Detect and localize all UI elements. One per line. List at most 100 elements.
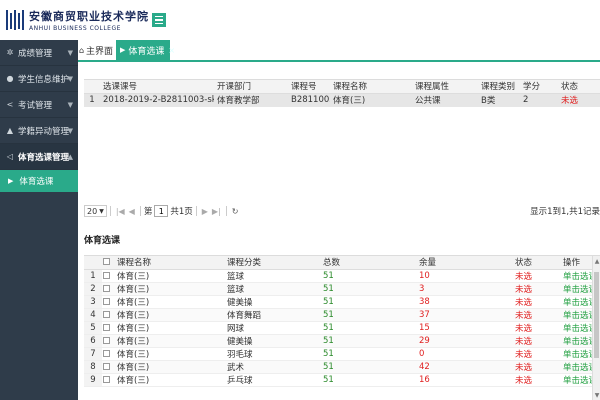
vertical-scrollbar[interactable]: ▲ ▼ [592,256,600,400]
scrollbar-thumb[interactable] [594,272,599,358]
status-badge: 未选 [512,308,560,322]
row-number: 7 [84,347,102,361]
column-header[interactable]: 课程分类 [224,256,320,270]
tab-label: 主界面 [86,46,114,57]
row-number: 5 [84,321,102,335]
close-icon[interactable]: × [168,46,175,55]
row-number: 9 [84,373,102,387]
tab-pe-selection[interactable]: ▶ 体育选课 × [116,40,175,60]
row-number: 1 [84,93,100,107]
caret-right-icon: ▶ [8,177,14,185]
status-badge: 未选 [558,93,600,107]
select-course-link[interactable]: 单击选课 [560,347,592,361]
sidebar: ✲ 成绩管理 ▼ ● 学生信息维护 ▼ < 考试管理 ▼ ▲ 学籍异动管理 ▼ … [0,40,78,400]
select-course-link[interactable]: 单击选课 [560,269,592,283]
column-header[interactable]: 状态 [512,256,560,270]
column-header[interactable]: 开课部门 [214,80,288,94]
row-number: 3 [84,295,102,309]
cell-remaining: 16 [416,373,512,387]
row-checkbox[interactable] [102,334,114,348]
cell-course-attribute: 公共课 [412,93,478,107]
table-row[interactable]: 8 体育(三)武术5142未选单击选课 [84,360,592,374]
column-header[interactable]: 课程类别 [478,80,520,94]
tab-home[interactable]: ⌂ 主界面 [78,40,114,60]
user-icon: ● [6,74,14,83]
row-checkbox[interactable] [102,295,114,309]
column-header[interactable]: 课程号 [288,80,330,94]
menu-toggle-button[interactable] [152,13,166,27]
select-course-link[interactable]: 单击选课 [560,282,592,296]
cell-course-name: 体育(三) [114,282,224,296]
sidebar-item-label: 学籍异动管理 [18,126,70,137]
caret-right-icon: ▶ [120,46,126,54]
cell-course-type: 乒乓球 [224,373,320,387]
last-page-button[interactable]: ▶| [212,207,221,216]
sidebar-item-status-change[interactable]: ▲ 学籍异动管理 ▼ [0,118,78,144]
refresh-icon[interactable]: ↻ [232,207,239,216]
column-header[interactable]: 课程名称 [114,256,224,270]
select-course-link[interactable]: 单击选课 [560,373,592,387]
column-header[interactable]: 余量 [416,256,512,270]
cell-course-type: 篮球 [224,269,320,283]
scroll-down-icon[interactable]: ▼ [593,392,600,399]
table-row[interactable]: 6 体育(三)健美操5129未选单击选课 [84,334,592,348]
row-checkbox[interactable] [102,282,114,296]
table-row[interactable]: 4 体育(三)体育舞蹈5137未选单击选课 [84,308,592,322]
sidebar-item-exams[interactable]: < 考试管理 ▼ [0,92,78,118]
select-course-link[interactable]: 单击选课 [560,334,592,348]
column-header[interactable]: 总数 [320,256,416,270]
page-total: 共1页 [170,207,193,217]
table-row[interactable]: 2 体育(三)篮球513未选单击选课 [84,282,592,296]
column-header[interactable]: 状态 [558,80,600,94]
column-header[interactable]: 选课课号 [100,80,214,94]
row-checkbox[interactable] [102,321,114,335]
select-course-link[interactable]: 单击选课 [560,295,592,309]
sidebar-item-pe-course[interactable]: ◁ 体育选课管理 ▲ [0,144,78,170]
next-page-button[interactable]: ▶ [202,207,208,216]
select-course-link[interactable]: 单击选课 [560,360,592,374]
cell-total: 51 [320,282,416,296]
sidebar-subitem-pe-selection[interactable]: ▶ 体育选课 [0,170,78,192]
column-header[interactable]: 操作 [560,256,592,270]
table-row[interactable]: 3 体育(三)健美操5138未选单击选课 [84,295,592,309]
column-header[interactable]: 学分 [520,80,558,94]
table-row[interactable]: 1 体育(三)篮球5110未选单击选课 [84,269,592,283]
cell-total: 51 [320,321,416,335]
column-header[interactable]: 课程属性 [412,80,478,94]
table-row[interactable]: 9 体育(三)乒乓球5116未选单击选课 [84,373,592,387]
row-checkbox[interactable] [102,360,114,374]
status-badge: 未选 [512,347,560,361]
chevron-down-icon: ▼ [67,126,73,135]
scroll-up-icon[interactable]: ▲ [593,258,600,265]
cell-course-type: 体育舞蹈 [224,308,320,322]
column-header[interactable]: 课程名称 [330,80,412,94]
row-checkbox[interactable] [102,373,114,387]
first-page-button[interactable]: |◀ [116,207,125,216]
cell-course-category: B类 [478,93,520,107]
page-size-select[interactable]: 20 ▼ [84,205,107,217]
row-checkbox[interactable] [102,269,114,283]
header: 安徽商贸职业技术学院 ANHUI BUSINESS COLLEGE [0,0,600,40]
prev-page-button[interactable]: ◀ [129,207,135,216]
sidebar-item-student-info[interactable]: ● 学生信息维护 ▼ [0,66,78,92]
chevron-down-icon: ▼ [67,100,73,109]
row-checkbox[interactable] [102,308,114,322]
cell-remaining: 42 [416,360,512,374]
status-badge: 未选 [512,282,560,296]
page-number-input[interactable] [154,205,169,217]
table-row[interactable]: 1 2018-2019-2-B2811003-skjszgh-01 体育教学部 … [84,93,600,107]
cell-course-name: 体育(三) [114,295,224,309]
select-course-link[interactable]: 单击选课 [560,321,592,335]
tab-bar: ⌂ 主界面 ▶ 体育选课 × [78,40,600,62]
select-all-checkbox[interactable] [102,256,114,270]
hamburger-icon [155,15,163,18]
cell-course-type: 篮球 [224,282,320,296]
college-emblem-icon [4,8,26,32]
sidebar-item-grades[interactable]: ✲ 成绩管理 ▼ [0,40,78,66]
chevron-up-icon: ▲ [67,152,73,161]
table-row[interactable]: 5 体育(三)网球5115未选单击选课 [84,321,592,335]
row-checkbox[interactable] [102,347,114,361]
table-row[interactable]: 7 体育(三)羽毛球510未选单击选课 [84,347,592,361]
row-number: 1 [84,269,102,283]
select-course-link[interactable]: 单击选课 [560,308,592,322]
